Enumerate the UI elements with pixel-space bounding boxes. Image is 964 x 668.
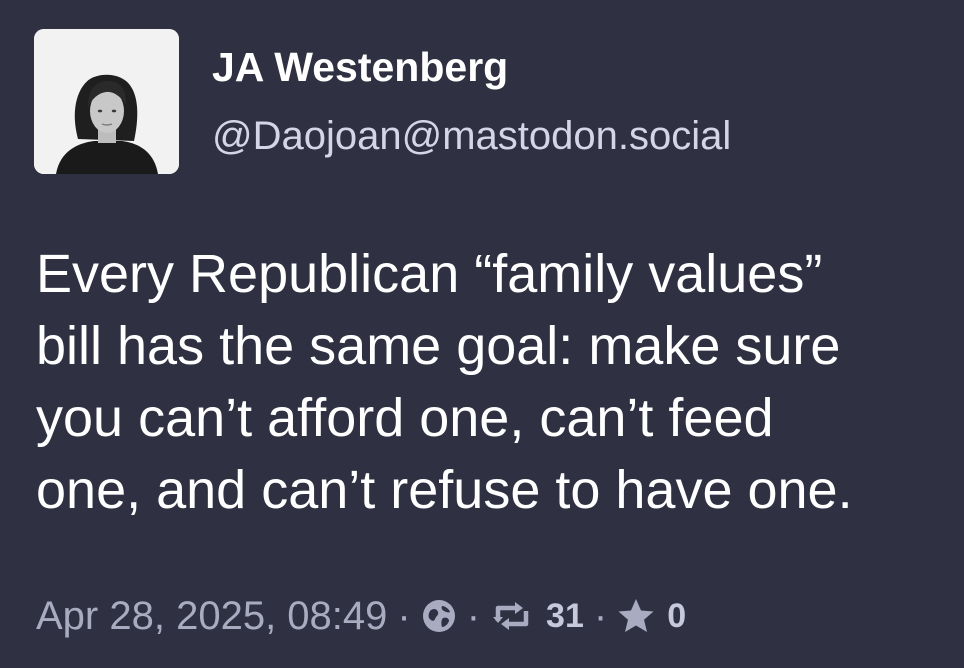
meta-separator: · (466, 593, 481, 638)
boost-icon (490, 599, 534, 633)
globe-icon (421, 598, 457, 634)
post-content: Every Republican “family values” bill ha… (36, 238, 941, 526)
meta-separator: · (397, 593, 411, 638)
post-content-line: Every Republican “family values” (36, 244, 823, 304)
post-content-line: you can’t afford one, can’t feed (36, 388, 774, 448)
post-content-line: one, and can’t refuse to have one. (36, 460, 853, 520)
author-display-name[interactable]: JA Westenberg (212, 42, 508, 92)
author-handle[interactable]: @Daojoan@mastodon.social (212, 111, 731, 161)
post-timestamp[interactable]: Apr 28, 2025, 08:49 (36, 594, 387, 639)
post-card: JA Westenberg @Daojoan@mastodon.social E… (0, 0, 964, 668)
meta-separator: · (593, 593, 608, 638)
boost-count: 31 (546, 596, 584, 635)
favourite-count: 0 (667, 596, 687, 635)
avatar[interactable] (34, 29, 179, 174)
avatar-portrait-image (34, 29, 179, 174)
post-meta-bar: Apr 28, 2025, 08:49 · · 31 · 0 (36, 588, 686, 644)
favourite-button[interactable]: 0 (617, 597, 686, 636)
post-content-line: bill has the same goal: make sure (36, 316, 841, 376)
star-icon (617, 597, 655, 635)
boost-button[interactable]: 31 (490, 597, 584, 636)
